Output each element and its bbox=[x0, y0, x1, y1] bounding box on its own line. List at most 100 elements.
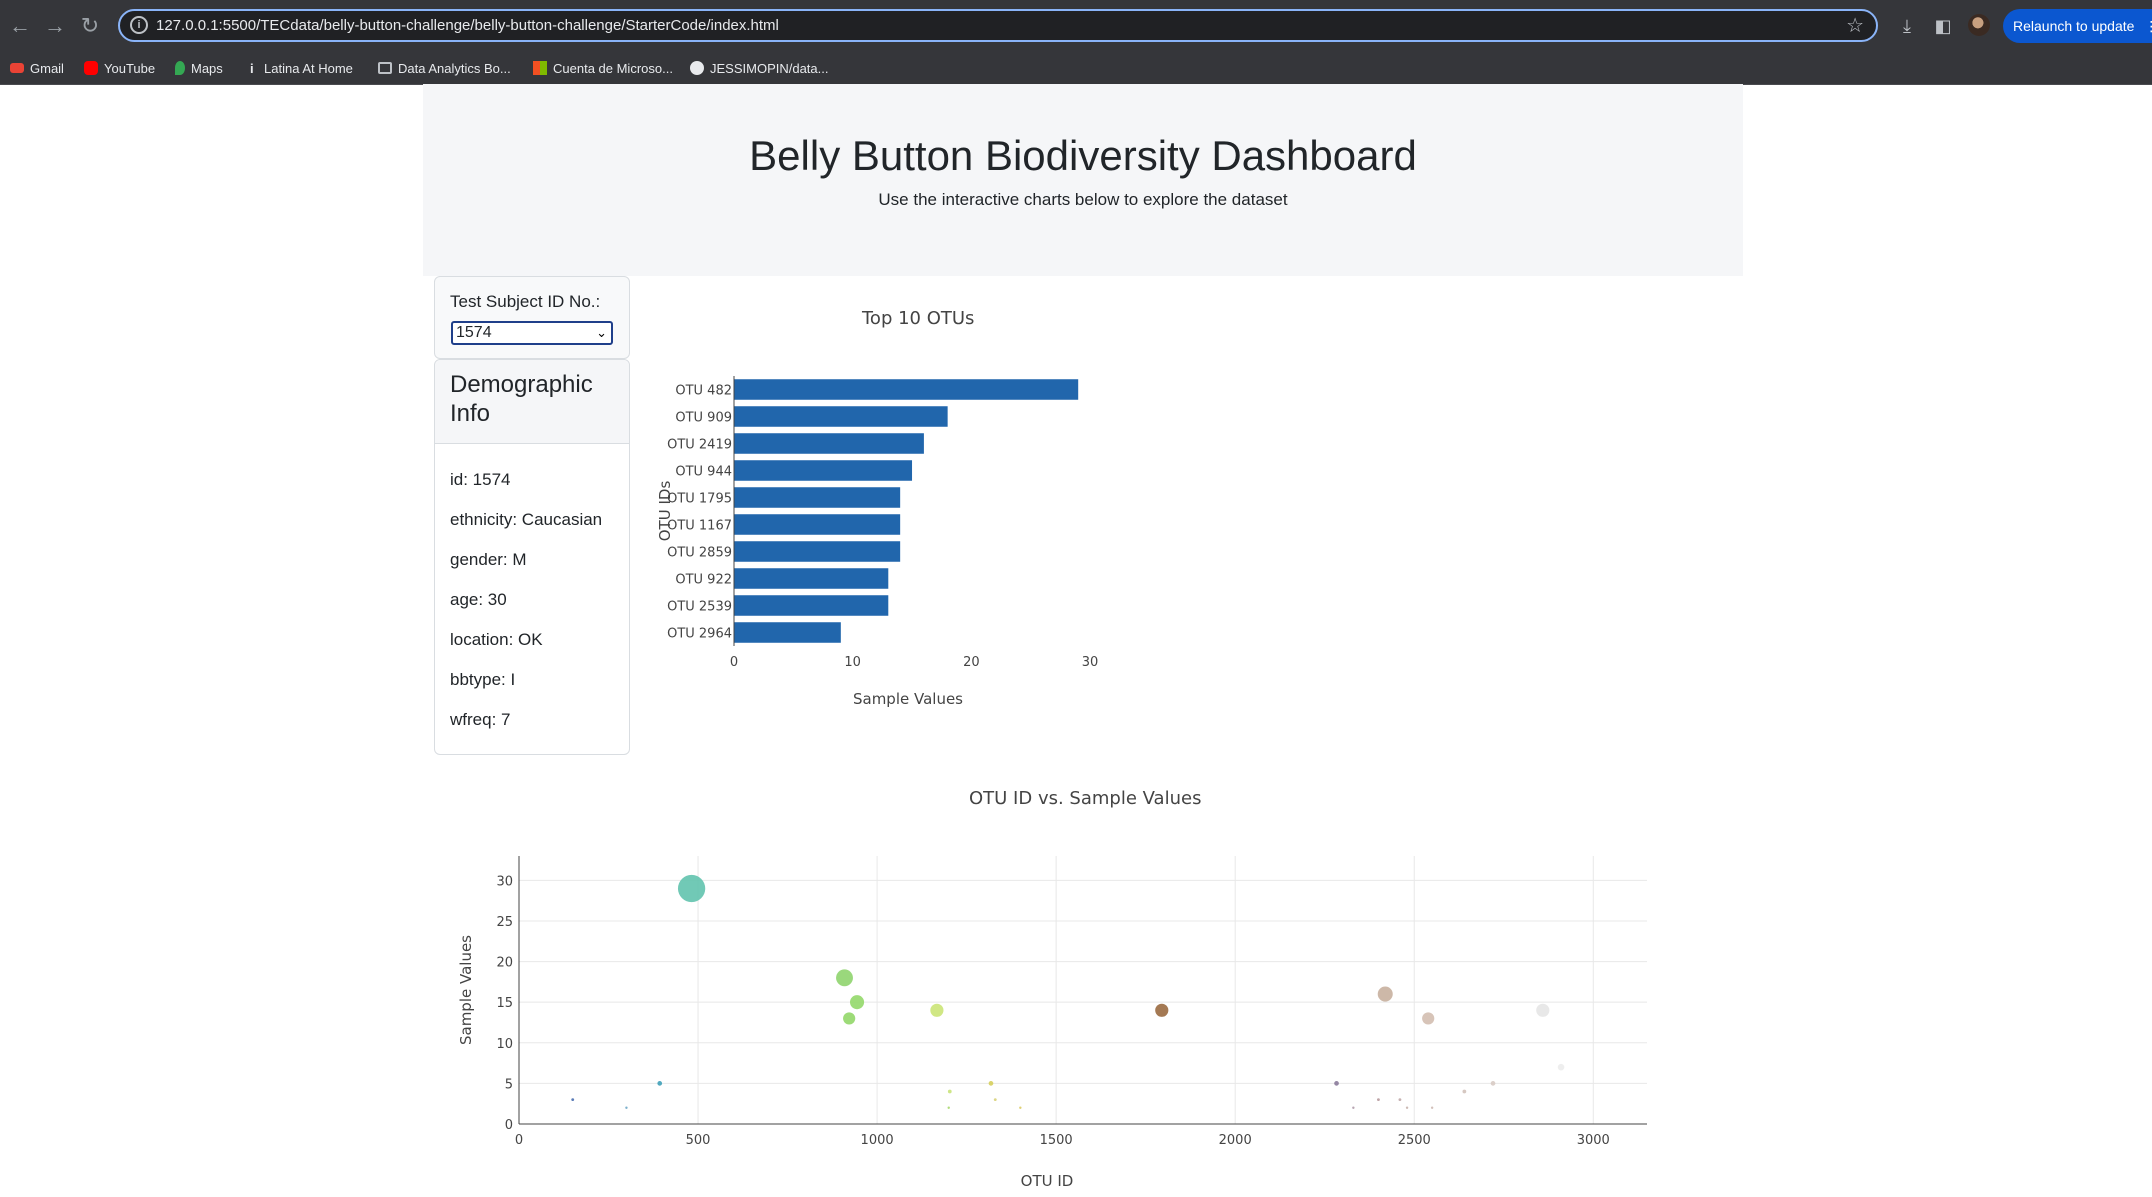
bubble-x-tick-label: 500 bbox=[686, 1133, 711, 1148]
browser-toolbar: ← → ↻ i 127.0.0.1:5500/TECdata/belly-but… bbox=[0, 0, 2152, 52]
bubble-otu-1400 bbox=[1019, 1106, 1022, 1109]
demo-id: id: 1574 bbox=[450, 470, 511, 489]
bubble-otu-300 bbox=[625, 1106, 628, 1109]
url-text[interactable]: 127.0.0.1:5500/TECdata/belly-button-chal… bbox=[156, 17, 779, 34]
github-icon bbox=[690, 61, 704, 75]
bubble-x-tick-label: 3000 bbox=[1577, 1133, 1610, 1148]
bookmark-label: YouTube bbox=[104, 60, 156, 76]
bubble-y-tick-label: 15 bbox=[496, 996, 513, 1011]
demographic-info-header: Demographic Info bbox=[435, 360, 629, 444]
bar-otu-944 bbox=[734, 460, 913, 481]
subject-selector-label: Test Subject ID No.: bbox=[450, 292, 601, 311]
site-info-icon[interactable]: i bbox=[130, 16, 148, 34]
bar-category-label: OTU 2964 bbox=[667, 627, 732, 642]
header-jumbotron: Belly Button Biodiversity Dashboard Use … bbox=[423, 84, 1743, 276]
bubble-otu-393 bbox=[657, 1081, 663, 1086]
bookmark-label: Maps bbox=[191, 60, 223, 76]
chevron-down-icon: ⌄ bbox=[596, 325, 607, 340]
microsoft-icon bbox=[533, 61, 547, 75]
bubble-chart[interactable]: 0 500 1000 1500 2000 2500 3000 0 5 10 15 20 25 30 OTU … bbox=[440, 840, 1680, 1197]
bookmark-latina-at-home[interactable]: i Latina At Home bbox=[250, 58, 353, 78]
forward-arrow-icon[interactable]: → bbox=[39, 10, 71, 42]
youtube-icon bbox=[84, 61, 98, 75]
bubble-otu-944 bbox=[849, 995, 865, 1010]
relaunch-button[interactable]: Relaunch to update ⋮ bbox=[2003, 9, 2152, 43]
download-icon[interactable]: ⤓ bbox=[1894, 13, 1920, 39]
bubble-otu-2640 bbox=[1462, 1089, 1467, 1094]
bookmark-label: Cuenta de Microso... bbox=[553, 60, 673, 76]
page-title: Belly Button Biodiversity Dashboard bbox=[749, 132, 1417, 179]
bar-category-label: OTU 909 bbox=[675, 411, 732, 426]
bar-otu-922 bbox=[734, 568, 889, 589]
bubble-x-axis-label: OTU ID bbox=[1021, 1172, 1074, 1190]
bar-x-tick-label: 10 bbox=[844, 655, 861, 670]
bookmark-label: JESSIMOPIN/data... bbox=[710, 60, 829, 76]
more-menu-icon: ⋮ bbox=[2144, 18, 2152, 34]
demographic-info-card: Demographic Info id: 1574 ethnicity: Cau… bbox=[434, 359, 630, 755]
bar-category-label: OTU 2859 bbox=[667, 546, 732, 561]
demo-ethnicity: ethnicity: Caucasian bbox=[450, 510, 603, 529]
bubble-otu-2720 bbox=[1490, 1081, 1496, 1086]
bubble-x-tick-label: 1500 bbox=[1040, 1133, 1073, 1148]
bar-x-tick-label: 0 bbox=[730, 655, 738, 670]
bubble-y-tick-label: 10 bbox=[496, 1037, 513, 1052]
bubble-otu-2859 bbox=[1536, 1003, 1550, 1017]
gmail-icon bbox=[10, 63, 24, 73]
bookmark-github[interactable]: JESSIMOPIN/data... bbox=[690, 58, 829, 78]
demo-location: location: OK bbox=[450, 630, 543, 649]
bubble-otu-2330 bbox=[1352, 1106, 1355, 1109]
bubble-otu-1167 bbox=[930, 1003, 944, 1017]
bookmarks-bar: Gmail YouTube Maps i Latina At Home Data… bbox=[0, 52, 2152, 85]
bookmark-microsoft[interactable]: Cuenta de Microso... bbox=[533, 58, 673, 78]
relaunch-label: Relaunch to update bbox=[2013, 18, 2135, 34]
bar-category-label: OTU 1167 bbox=[667, 519, 732, 534]
bubble-chart-title: OTU ID vs. Sample Values bbox=[969, 788, 1202, 809]
bar-chart[interactable]: OTU 482OTU 909OTU 2419OTU 944OTU 1795OTU… bbox=[650, 360, 1150, 720]
bar-otu-2419 bbox=[734, 433, 924, 454]
bubble-otu-909 bbox=[836, 969, 853, 987]
bubble-otu-1330 bbox=[993, 1098, 997, 1102]
bookmark-data-analytics[interactable]: Data Analytics Bo... bbox=[378, 58, 511, 78]
bubble-x-tick-label: 1000 bbox=[861, 1133, 894, 1148]
bubble-y-tick-label: 0 bbox=[505, 1118, 513, 1133]
bookmark-label: Gmail bbox=[30, 60, 64, 76]
bookmark-youtube[interactable]: YouTube bbox=[84, 58, 155, 78]
bubble-y-tick-label: 20 bbox=[496, 956, 513, 971]
demo-gender: gender: M bbox=[450, 550, 527, 569]
subject-selector-card: Test Subject ID No.: 1574 ⌄ bbox=[434, 276, 630, 359]
bar-otu-909 bbox=[734, 406, 948, 427]
bubble-y-tick-label: 25 bbox=[496, 915, 513, 930]
bookmark-star-icon[interactable]: ☆ bbox=[1846, 13, 1864, 38]
bookmark-label: Latina At Home bbox=[264, 60, 353, 76]
bar-category-label: OTU 482 bbox=[675, 384, 732, 399]
bubble-x-tick-label: 2000 bbox=[1219, 1133, 1252, 1148]
bubble-otu-1795 bbox=[1155, 1003, 1169, 1017]
bubble-otu-2550 bbox=[1430, 1106, 1434, 1109]
bar-category-label: OTU 922 bbox=[675, 573, 732, 588]
back-arrow-icon[interactable]: ← bbox=[4, 10, 36, 42]
bubble-otu-150 bbox=[571, 1098, 575, 1102]
bubble-otu-922 bbox=[843, 1012, 856, 1025]
side-panel-icon[interactable]: ◧ bbox=[1930, 13, 1956, 39]
demographic-info-title: Demographic Info bbox=[450, 371, 593, 427]
demo-bbtype: bbtype: I bbox=[450, 670, 516, 689]
folder-icon bbox=[378, 62, 392, 74]
subject-id-dropdown[interactable]: 1574 ⌄ bbox=[451, 321, 613, 345]
address-bar[interactable]: i 127.0.0.1:5500/TECdata/belly-button-ch… bbox=[118, 9, 1878, 42]
bookmark-gmail[interactable]: Gmail bbox=[10, 58, 64, 78]
bubble-y-axis-label: Sample Values bbox=[457, 935, 475, 1045]
bubble-y-tick-label: 30 bbox=[496, 874, 513, 889]
bar-chart-title: Top 10 OTUs bbox=[862, 308, 975, 329]
reload-icon[interactable]: ↻ bbox=[74, 10, 106, 42]
bookmark-maps[interactable]: Maps bbox=[175, 58, 223, 78]
bubble-otu-1200 bbox=[947, 1106, 950, 1109]
page-subtitle: Use the interactive charts below to expl… bbox=[878, 190, 1288, 209]
bubble-otu-1203 bbox=[947, 1089, 952, 1094]
profile-avatar[interactable] bbox=[1968, 14, 1990, 36]
maps-icon bbox=[175, 61, 185, 75]
bar-otu-2539 bbox=[734, 595, 889, 616]
bubble-otu-2419 bbox=[1377, 986, 1393, 1002]
bar-x-tick-label: 30 bbox=[1082, 655, 1099, 670]
bar-otu-2859 bbox=[734, 541, 901, 562]
bubble-y-tick-label: 5 bbox=[505, 1077, 513, 1092]
